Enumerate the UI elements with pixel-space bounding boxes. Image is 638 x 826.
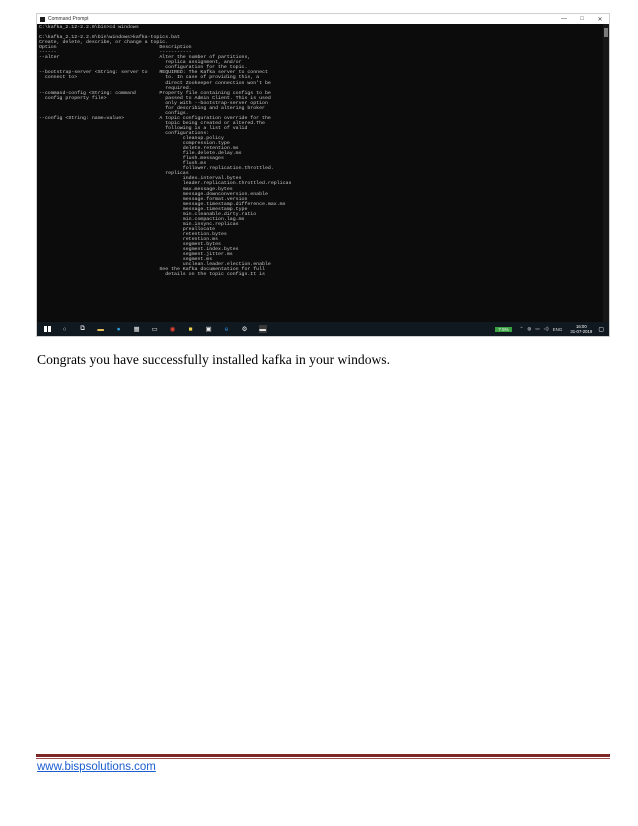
system-tray: ⌃ ◍ ▭ ◁) ENG: [520, 326, 563, 332]
battery-badge[interactable]: 7.5%: [495, 326, 512, 332]
search-icon[interactable]: ○: [61, 325, 69, 333]
photos-icon[interactable]: ▣: [205, 325, 213, 333]
window-titlebar: Command Prompt — □ ✕: [37, 14, 609, 24]
minimize-button[interactable]: —: [555, 16, 573, 23]
taskbar-clock[interactable]: 16:00 31-07-2019: [570, 324, 592, 334]
maximize-button[interactable]: □: [573, 16, 591, 23]
chrome-icon[interactable]: ◉: [169, 325, 177, 333]
volume-icon[interactable]: ◁): [544, 326, 549, 332]
action-center-icon[interactable]: ▢: [598, 326, 604, 333]
edge-icon[interactable]: e: [223, 325, 231, 333]
console-output[interactable]: C:\kafka_2.12-2.2.0\bin>cd windows C:\ka…: [37, 24, 603, 322]
windows-start-icon[interactable]: [44, 325, 51, 333]
battery-icon[interactable]: ▭: [535, 326, 539, 332]
file-explorer-icon[interactable]: ▬: [97, 325, 105, 333]
skype-icon[interactable]: ●: [115, 325, 123, 333]
windows-taskbar: ○ ⧉ ▬ ● ▦ ▭ ◉ ■ ▣ e ⚙ ▬ 7.5% ⌃ ◍ ▭ ◁) EN…: [37, 322, 609, 336]
footer-website-link[interactable]: www.bispsolutions.com: [37, 761, 156, 773]
footer-divider: [36, 754, 610, 757]
document-caption: Congrats you have successfully installed…: [37, 352, 390, 367]
scrollbar-thumb[interactable]: [604, 28, 608, 37]
clock-date: 31-07-2019: [570, 329, 593, 334]
sticky-notes-icon[interactable]: ■: [187, 325, 195, 333]
command-prompt-screenshot: Command Prompt — □ ✕ C:\kafka_2.12-2.2.0…: [36, 13, 610, 337]
store-icon[interactable]: ▦: [133, 325, 141, 333]
close-button[interactable]: ✕: [591, 16, 609, 23]
window-controls: — □ ✕: [555, 16, 609, 23]
console-line: details on the topic configs.It is: [39, 272, 265, 278]
network-icon[interactable]: ◍: [527, 326, 531, 332]
cmd-icon: [40, 16, 45, 22]
footer-divider-thin: [36, 758, 610, 759]
language-indicator[interactable]: ENG: [553, 327, 563, 332]
settings-icon[interactable]: ⚙: [241, 325, 249, 333]
command-prompt-taskbar-icon[interactable]: ▬: [258, 325, 267, 333]
tray-chevron-icon[interactable]: ⌃: [520, 326, 524, 332]
app-icon[interactable]: ▭: [151, 325, 159, 333]
console-scrollbar[interactable]: [603, 24, 609, 322]
window-title: Command Prompt: [48, 16, 89, 22]
task-view-icon[interactable]: ⧉: [79, 325, 87, 333]
